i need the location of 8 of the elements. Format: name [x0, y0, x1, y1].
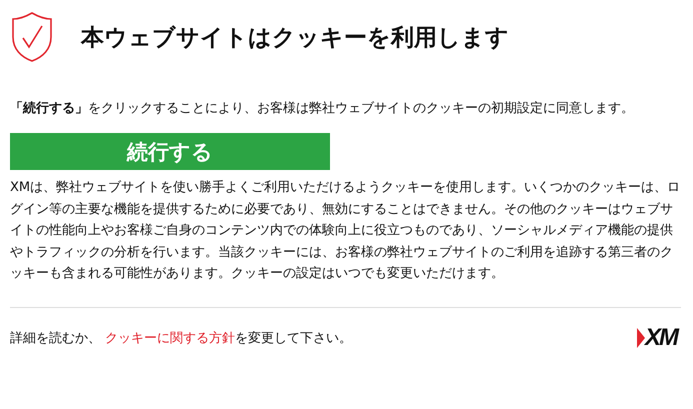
shield-check-icon — [11, 11, 53, 63]
cookie-description: XMは、弊社ウェブサイトを使い勝手よくご利用いただけるようクッキーを使用します。いくつかのクッキーは、ログイン等の主要な機能を提供するために必要であり、無効にすることはできません。その他のクッキーはウェブサイトの性能向上やお客様ご自身のコンテンツ内での体験向上に役立つものであり、ソーシャルメディア機能の提供やトラフィックの分析を行います。当該クッキーには、お客様の弊社ウェブサイトのご利用を追跡する第三者のクッキーも含まれる可能性があります。クッキーの設定はいつでも変更いただけます。 — [10, 179, 681, 283]
consent-text: 「続行する」をクリックすることにより、お客様は弊社ウェブサイトのクッキーの初期設定に同意します。 — [10, 100, 635, 118]
cookie-policy-link[interactable]: クッキーに関する方針 — [105, 330, 236, 346]
continue-button[interactable]: 続行する — [10, 133, 330, 170]
footer-text: 詳細を読むか、 クッキーに関する方針を変更して下さい。 — [10, 330, 352, 346]
brand-logo: XM — [637, 324, 677, 352]
dialog-title: 本ウェブサイトはクッキーを利用します — [81, 24, 509, 52]
